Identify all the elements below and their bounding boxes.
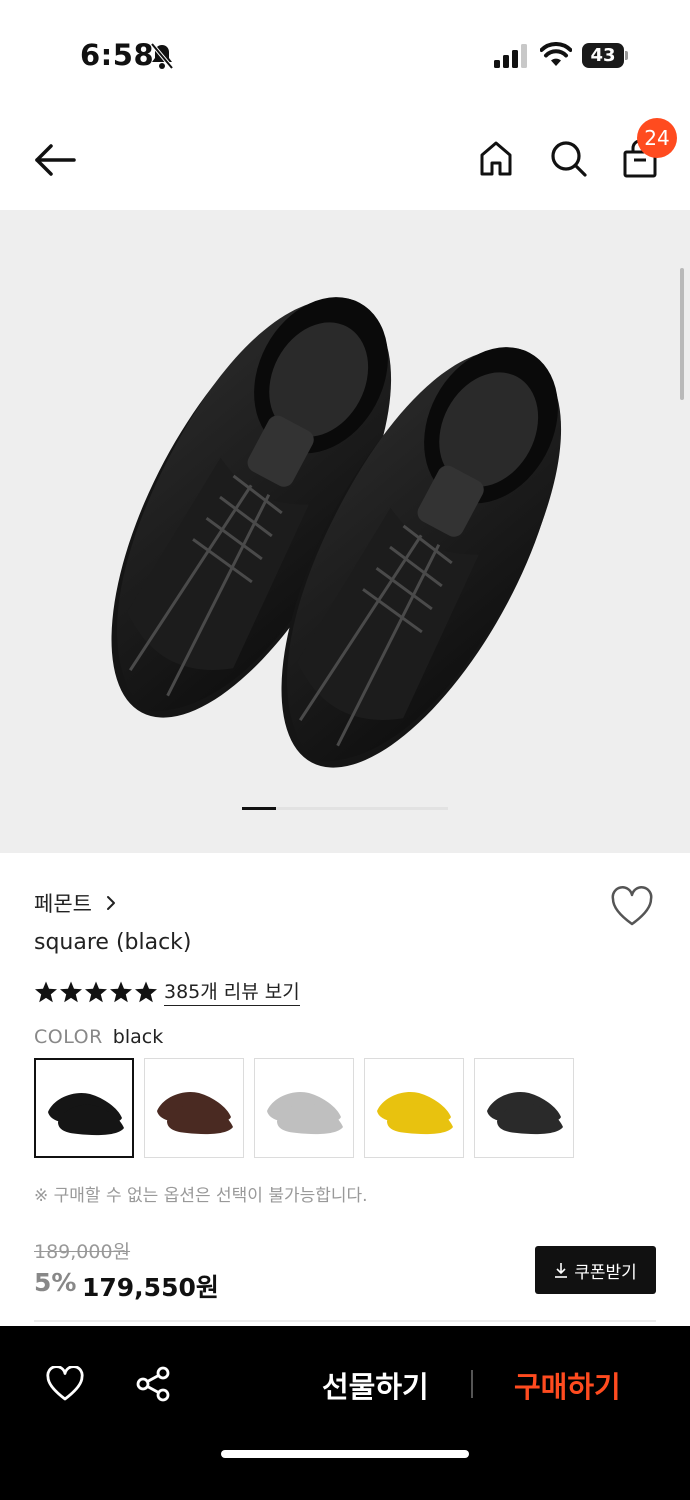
bottom-action-bar: 선물하기 구매하기 bbox=[0, 1326, 690, 1500]
star-icon bbox=[135, 981, 157, 1003]
star-icon bbox=[35, 981, 57, 1003]
swatch-shoe-image bbox=[267, 1091, 343, 1135]
cart-count-badge: 24 bbox=[637, 118, 677, 158]
share-icon[interactable] bbox=[135, 1366, 171, 1402]
swatch-shoe-image bbox=[157, 1091, 233, 1135]
color-swatches bbox=[34, 1058, 584, 1158]
color-swatch[interactable] bbox=[254, 1058, 354, 1158]
divider bbox=[34, 1320, 656, 1322]
color-label: COLOR bbox=[34, 1026, 103, 1048]
bottom-divider bbox=[471, 1370, 473, 1398]
swatch-shoe-image bbox=[487, 1091, 563, 1135]
battery-cap bbox=[625, 51, 628, 60]
color-swatch[interactable] bbox=[144, 1058, 244, 1158]
back-arrow-icon[interactable] bbox=[32, 140, 78, 180]
coupon-button-label: 쿠폰받기 bbox=[574, 1262, 637, 1283]
battery-indicator: 43 bbox=[582, 43, 628, 68]
gift-button[interactable]: 선물하기 bbox=[322, 1364, 429, 1406]
carousel-pager-active bbox=[242, 807, 276, 810]
discount-rate: 5% bbox=[34, 1268, 77, 1297]
original-price: 189,000원 bbox=[34, 1241, 131, 1263]
top-nav: 24 bbox=[0, 110, 690, 210]
status-time: 6:58 bbox=[80, 38, 155, 72]
heart-icon[interactable] bbox=[610, 886, 654, 928]
coupon-button[interactable]: 쿠폰받기 bbox=[535, 1246, 656, 1294]
star-icon bbox=[110, 981, 132, 1003]
sale-price: 179,550원 bbox=[82, 1273, 219, 1302]
option-note: ※ 구매할 수 없는 옵션은 선택이 불가능합니다. bbox=[34, 1186, 368, 1206]
product-photo bbox=[111, 297, 561, 768]
brand-link[interactable]: 페몬트 bbox=[34, 888, 92, 918]
wifi-icon bbox=[540, 42, 572, 66]
home-indicator bbox=[221, 1450, 469, 1458]
star-icon bbox=[85, 981, 107, 1003]
color-row: COLOR black bbox=[34, 1026, 163, 1048]
product-name: square (black) bbox=[34, 930, 192, 955]
status-bar: 6:58 43 bbox=[0, 0, 690, 110]
chevron-right-icon[interactable] bbox=[104, 893, 118, 913]
home-icon[interactable] bbox=[476, 138, 516, 178]
signal-icon bbox=[494, 44, 527, 68]
product-image-carousel[interactable] bbox=[0, 210, 690, 853]
review-link[interactable]: 385개 리뷰 보기 bbox=[164, 979, 300, 1006]
download-icon bbox=[555, 1263, 568, 1278]
color-swatch[interactable] bbox=[34, 1058, 134, 1158]
rating-row: 385개 리뷰 보기 bbox=[34, 978, 300, 1006]
star-icon bbox=[60, 981, 82, 1003]
swatch-shoe-image bbox=[48, 1092, 124, 1136]
buy-button[interactable]: 구매하기 bbox=[514, 1364, 621, 1406]
bell-slash-icon bbox=[150, 42, 174, 70]
heart-icon[interactable] bbox=[46, 1366, 84, 1402]
color-value: black bbox=[112, 1026, 164, 1048]
color-swatch[interactable] bbox=[474, 1058, 574, 1158]
battery-level: 43 bbox=[582, 43, 624, 68]
swatch-shoe-image bbox=[377, 1091, 453, 1135]
color-swatch[interactable] bbox=[364, 1058, 464, 1158]
search-icon[interactable] bbox=[548, 138, 588, 178]
image-scrollbar[interactable] bbox=[680, 268, 684, 400]
